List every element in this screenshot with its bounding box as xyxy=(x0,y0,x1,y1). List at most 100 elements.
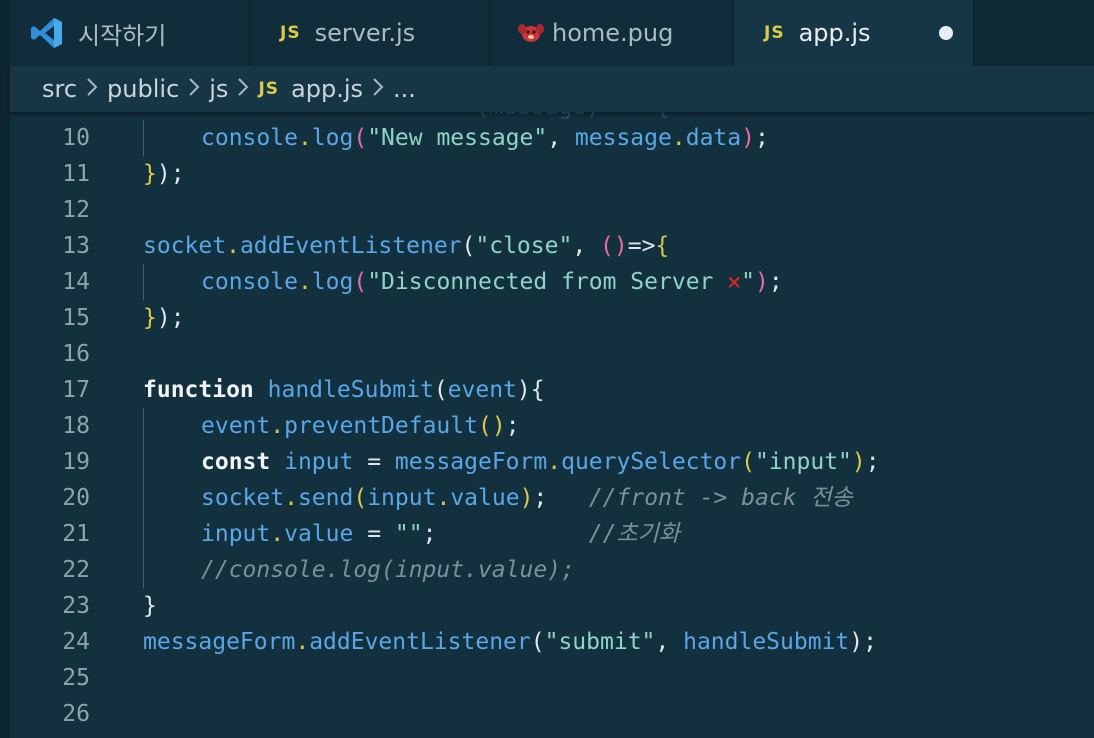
breadcrumb-item-app-js[interactable]: app.js xyxy=(291,75,363,103)
line-number: 25 xyxy=(62,665,90,691)
code-token: } xyxy=(143,305,157,331)
line-number: 12 xyxy=(62,197,90,223)
code-token: ) xyxy=(754,269,769,295)
code-token: addEventListener xyxy=(309,629,531,655)
code-token: "submit" xyxy=(544,629,656,655)
line-number: 18 xyxy=(62,413,90,439)
code-line[interactable]: 25 xyxy=(10,660,1094,696)
code-line[interactable]: 12 xyxy=(10,192,1094,228)
line-number: 21 xyxy=(62,521,90,547)
code-text: console.log("New message", message.data)… xyxy=(201,120,769,156)
code-line[interactable]: 20 socket.send(input.value); //front -> b… xyxy=(10,480,1094,516)
tab-server-js[interactable]: JS server.js xyxy=(250,0,490,66)
code-token: = xyxy=(353,521,395,547)
tab-label: home.pug xyxy=(552,19,674,47)
code-token: handleSubmit xyxy=(683,629,850,655)
partially-hidden-code-line: (message) => { xyxy=(143,112,669,120)
code-token: //초기화 xyxy=(588,521,680,547)
vscode-logo-icon xyxy=(30,16,64,50)
line-number: 11 xyxy=(62,161,90,187)
code-token: value xyxy=(284,521,354,547)
tab-app-js[interactable]: JS app.js xyxy=(734,0,974,66)
line-number: 15 xyxy=(62,305,90,331)
code-token: . xyxy=(297,269,312,295)
code-token: . xyxy=(297,125,312,151)
code-line[interactable]: 19 const input = messageForm.querySelecto… xyxy=(10,444,1094,480)
code-line[interactable]: 22 //console.log(input.value); xyxy=(10,552,1094,588)
code-token: "New message" xyxy=(367,125,548,151)
breadcrumb-item-js[interactable]: js xyxy=(209,75,228,103)
code-token: ( xyxy=(353,269,368,295)
code-text: function handleSubmit(event){ xyxy=(143,372,545,408)
code-line[interactable]: 15}); xyxy=(10,300,1094,336)
code-token: () xyxy=(600,233,628,259)
code-token: messageForm xyxy=(143,629,296,655)
line-number: 26 xyxy=(62,701,90,727)
code-token: "input" xyxy=(754,449,852,475)
code-token: //console.log(input.value); xyxy=(201,557,575,583)
code-text: socket.send(input.value); //front -> bac… xyxy=(201,480,853,516)
line-number: 17 xyxy=(62,377,90,403)
code-text: messageForm.addEventListener("submit", h… xyxy=(143,624,877,660)
code-token: , xyxy=(572,233,601,259)
tab-bar: 시작하기 JS server.js home.pug JS app.js xyxy=(10,0,1094,66)
indent-guide xyxy=(143,408,144,444)
code-line[interactable]: 26 xyxy=(10,696,1094,732)
code-token: ( xyxy=(530,629,545,655)
indent-guide xyxy=(143,444,144,480)
code-line[interactable]: 18 event.preventDefault(); xyxy=(10,408,1094,444)
tab-home-pug[interactable]: home.pug xyxy=(490,0,734,66)
tab-label: server.js xyxy=(314,19,416,47)
code-line[interactable]: 16 xyxy=(10,336,1094,372)
code-token: () xyxy=(477,413,506,439)
code-token: ; xyxy=(768,269,783,295)
tab-label: app.js xyxy=(798,19,871,47)
code-token: function xyxy=(143,377,254,403)
code-token: querySelector xyxy=(561,449,742,475)
window-edge xyxy=(0,0,10,738)
code-token: addEventListener xyxy=(239,233,462,259)
code-token: " xyxy=(741,269,755,295)
code-token: send xyxy=(297,485,354,511)
code-line[interactable]: 10 console.log("New message", message.dat… xyxy=(10,120,1094,156)
code-token: } xyxy=(143,593,157,619)
code-editor[interactable]: (message) => { 10console.log("New messag… xyxy=(10,112,1094,738)
code-token: ( xyxy=(741,449,755,475)
code-line[interactable]: 21 input.value = ""; //초기화 xyxy=(10,516,1094,552)
code-token: . xyxy=(270,521,285,547)
code-token: ( xyxy=(353,485,368,511)
tab-getting-started[interactable]: 시작하기 xyxy=(10,0,250,66)
code-line[interactable]: 24 messageForm.addEventListener("submit",… xyxy=(10,624,1094,660)
chevron-right-icon xyxy=(372,75,384,103)
code-token: ) xyxy=(741,125,755,151)
code-text: socket.addEventListener("close", ()=>{ xyxy=(143,228,669,264)
unsaved-changes-dot-icon[interactable] xyxy=(939,26,953,40)
code-token: ( xyxy=(461,233,476,259)
code-token: . xyxy=(226,233,240,259)
code-line[interactable]: 11}); xyxy=(10,156,1094,192)
code-token: ; xyxy=(505,413,520,439)
code-token: messageForm xyxy=(394,449,548,475)
breadcrumb-item-public[interactable]: public xyxy=(107,75,179,103)
code-token: //front -> back 전송 xyxy=(588,485,853,511)
code-line[interactable]: 17 function handleSubmit(event){ xyxy=(10,372,1094,408)
code-text: }); xyxy=(143,300,185,336)
breadcrumb-item-symbol[interactable]: ... xyxy=(393,75,416,103)
code-token: ; xyxy=(533,485,589,511)
code-text: console.log("Disconnected from Server ✕"… xyxy=(201,264,783,300)
code-token: ( xyxy=(353,125,368,151)
code-line[interactable]: 13 socket.addEventListener("close", ()=>{ xyxy=(10,228,1094,264)
code-token: => xyxy=(627,233,656,259)
code-text: input.value = ""; //초기화 xyxy=(201,516,680,552)
code-token: ( xyxy=(433,377,448,403)
js-icon: JS xyxy=(280,23,301,43)
code-line[interactable]: 14 console.log("Disconnected from Server … xyxy=(10,264,1094,300)
code-text: } xyxy=(143,588,157,624)
js-icon: JS xyxy=(764,23,785,43)
code-line[interactable]: 23} xyxy=(10,588,1094,624)
breadcrumb-item-src[interactable]: src xyxy=(42,75,77,103)
code-text: const input = messageForm.querySelector(… xyxy=(201,444,880,480)
line-number: 23 xyxy=(62,593,90,619)
code-token: console xyxy=(201,125,298,151)
